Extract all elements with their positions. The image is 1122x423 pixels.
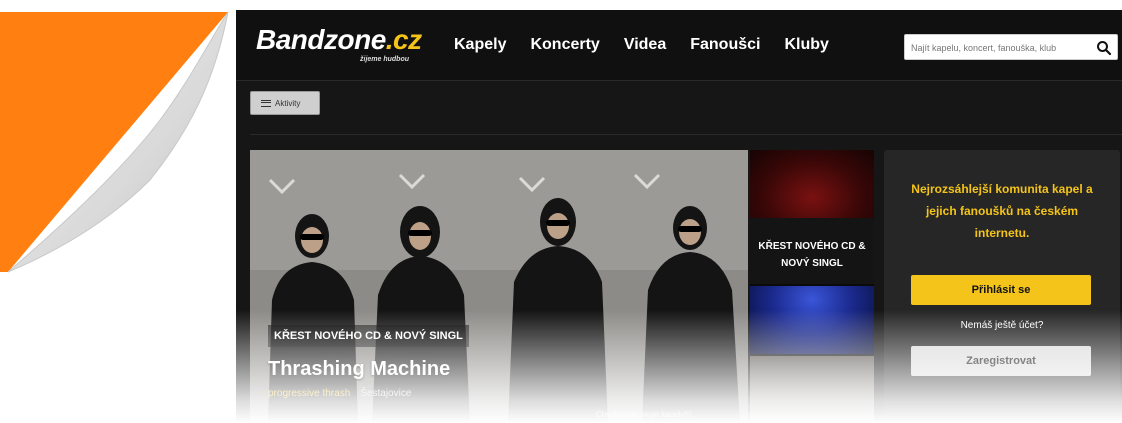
activity-button[interactable]: Aktivity (250, 91, 320, 115)
nav-koncerty[interactable]: Koncerty (530, 36, 599, 54)
site-screenshot: Bandzone.cz žijeme hudbou Kapely Koncert… (236, 10, 1122, 423)
nav-fanousci[interactable]: Fanoušci (690, 36, 760, 54)
register-button[interactable]: Zaregistrovat (911, 346, 1091, 376)
site-header: Bandzone.cz žijeme hudbou Kapely Koncert… (236, 10, 1122, 81)
side-thumbnails: KŘEST NOVÉHO CD & NOVÝ SINGL (750, 150, 874, 423)
no-account-text: Nemáš ještě účet? (960, 320, 1044, 331)
search-icon[interactable] (1095, 39, 1113, 57)
hero-location: Šestajovice (360, 388, 412, 399)
more-bands-link[interactable]: Chvalte nás svoje kapely!!! (596, 410, 691, 419)
nav-kapely[interactable]: Kapely (454, 36, 506, 54)
nav-kluby[interactable]: Kluby (784, 36, 828, 54)
band-photo (250, 150, 748, 423)
search-box (904, 34, 1118, 60)
logo-tagline: žijeme hudbou (360, 56, 409, 63)
login-panel: Nejrozsáhlejší komunita kapel a jejich f… (884, 150, 1120, 423)
hero-genre[interactable]: progressive thrash (268, 388, 350, 399)
main-nav: Kapely Koncerty Videa Fanoušci Kluby (454, 36, 853, 54)
thumbnail-concert-red[interactable] (750, 150, 874, 218)
hero-meta: progressive thrash Šestajovice (268, 388, 411, 399)
hero-band-name[interactable]: Thrashing Machine (268, 358, 450, 381)
divider (250, 134, 1122, 135)
hero-tag: KŘEST NOVÉHO CD & NOVÝ SINGL (268, 325, 469, 347)
promo-text: Nejrozsáhlejší komunita kapel a jejich f… (911, 182, 1093, 240)
login-button[interactable]: Přihlásit se (911, 275, 1091, 305)
nav-videa[interactable]: Videa (624, 36, 666, 54)
menu-icon (261, 99, 271, 107)
hero-banner[interactable]: KŘEST NOVÉHO CD & NOVÝ SINGL Thrashing M… (250, 150, 748, 423)
thumbnail-concert-blue[interactable] (750, 286, 874, 354)
page-curl-decoration (0, 11, 229, 273)
activity-label: Aktivity (275, 98, 301, 108)
bandzone-logo[interactable]: Bandzone.cz (256, 24, 422, 56)
thumbnail-caption[interactable]: KŘEST NOVÉHO CD & NOVÝ SINGL (750, 218, 874, 284)
thumbnail-concert-grey[interactable] (750, 356, 874, 423)
search-input[interactable] (909, 38, 1095, 58)
